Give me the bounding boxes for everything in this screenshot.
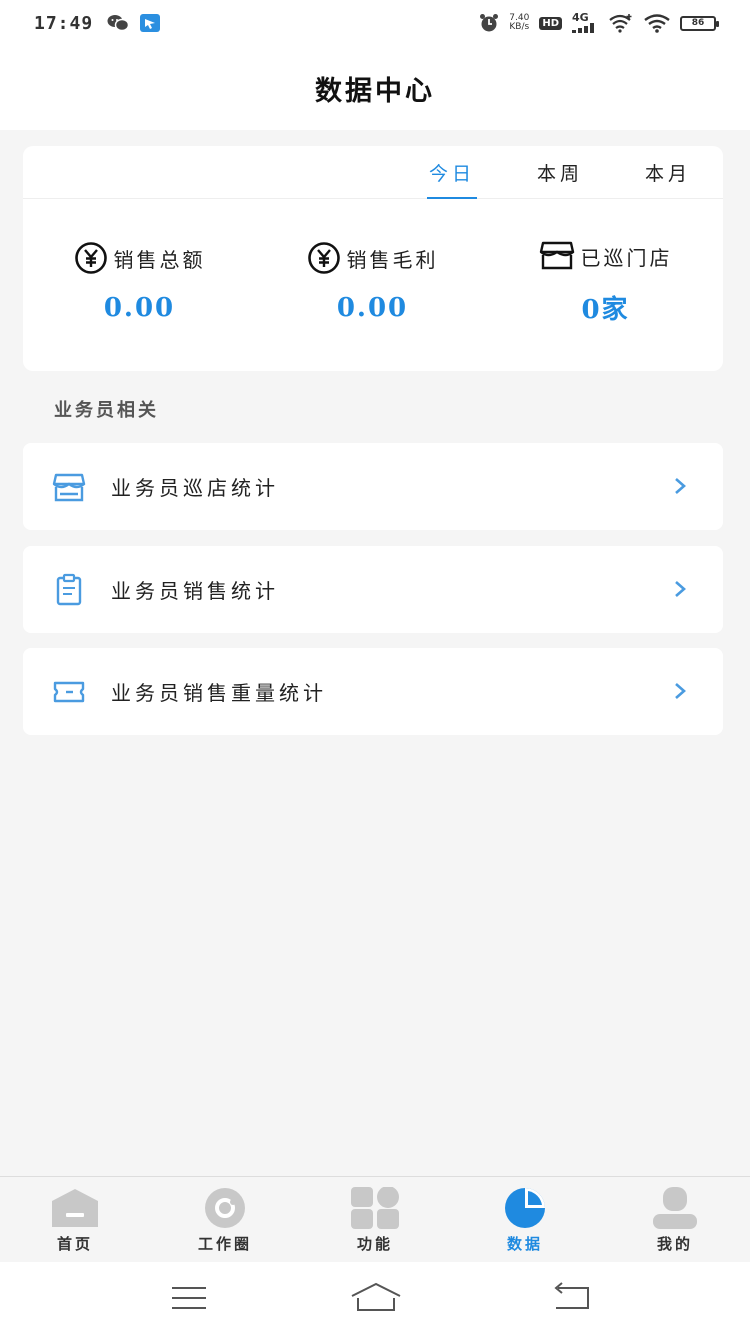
pie-chart-icon (505, 1188, 545, 1228)
list-item-sales-stats[interactable]: 业务员销售统计 (23, 546, 723, 633)
chevron-right-icon (675, 683, 686, 699)
yen-circle-icon (307, 242, 340, 274)
wifi-calling-icon (609, 14, 632, 33)
chevron-right-icon (675, 478, 686, 494)
clipboard-icon (56, 573, 82, 606)
tab-label: 首页 (56, 1235, 93, 1253)
store-icon (52, 473, 86, 502)
network-speed: 7.40 KB/s (509, 13, 530, 32)
home-nav-icon[interactable] (350, 1280, 402, 1316)
period-tabs: 今日 本周 本月 (23, 146, 723, 199)
nav-bar: 数据中心 (0, 46, 750, 130)
list-item-sales-weight-stats[interactable]: 业务员销售重量统计 (23, 648, 723, 735)
list-item-store-visit-stats[interactable]: 业务员巡店统计 (23, 443, 723, 530)
stat-value: 0家 (581, 295, 630, 325)
tab-this-week[interactable]: 本周 (535, 146, 585, 199)
yen-circle-icon (74, 242, 107, 274)
system-nav-bar (0, 1262, 750, 1334)
stat-label: 销售总额 (113, 247, 206, 272)
alarm-icon (480, 14, 499, 32)
page-title: 数据中心 (315, 75, 435, 107)
tab-this-month[interactable]: 本月 (643, 146, 693, 199)
stat-visited-stores: 已巡门店 0家 (489, 241, 722, 326)
home-icon (52, 1189, 98, 1227)
status-bar: 17:49 7.40 KB/s HD 4G 86 (0, 0, 750, 46)
wifi-icon (644, 14, 670, 33)
tab-work-circle[interactable]: 工作圈 (175, 1187, 275, 1254)
app-notification-icon (140, 14, 161, 32)
list-item-label: 业务员销售重量统计 (111, 681, 327, 705)
stat-gross-profit: 销售毛利 0.00 (256, 241, 489, 323)
cellular-signal: 4G (572, 12, 598, 33)
ticket-icon (53, 681, 85, 703)
tab-data[interactable]: 数据 (475, 1187, 575, 1254)
battery-icon: 86 (680, 15, 719, 31)
grid-icon (351, 1187, 399, 1229)
stat-total-sales: 销售总额 0.00 (23, 241, 256, 323)
stats-card: 今日 本周 本月 销售总额 0.00 销售毛利 0.00 已巡门店 0家 (23, 146, 723, 371)
tab-mine[interactable]: 我的 (625, 1187, 725, 1254)
store-icon (539, 241, 574, 270)
tab-label: 我的 (656, 1235, 693, 1253)
hd-badge: HD (539, 16, 562, 30)
status-time: 17:49 (34, 12, 94, 34)
tab-functions[interactable]: 功能 (325, 1187, 425, 1254)
list-item-label: 业务员巡店统计 (111, 476, 279, 500)
list-item-label: 业务员销售统计 (111, 579, 279, 603)
tab-home[interactable]: 首页 (25, 1187, 125, 1254)
stat-label: 销售毛利 (346, 247, 439, 272)
chevron-right-icon (675, 581, 686, 597)
stat-label: 已巡门店 (580, 245, 673, 270)
wechat-icon (107, 15, 130, 32)
user-icon (653, 1187, 697, 1229)
tab-label: 功能 (356, 1235, 393, 1253)
signal-bars-icon (572, 23, 594, 33)
bottom-tab-bar: 首页 工作圈 功能 数据 我的 (0, 1176, 750, 1262)
tab-label: 工作圈 (197, 1235, 252, 1253)
tab-today[interactable]: 今日 (427, 146, 477, 199)
back-icon[interactable] (552, 1280, 592, 1316)
section-title: 业务员相关 (54, 400, 159, 421)
stat-value: 0.00 (103, 293, 176, 323)
circle-icon (205, 1188, 245, 1228)
tab-label: 数据 (506, 1235, 543, 1253)
menu-icon[interactable] (170, 1280, 208, 1316)
stat-value: 0.00 (336, 293, 409, 323)
